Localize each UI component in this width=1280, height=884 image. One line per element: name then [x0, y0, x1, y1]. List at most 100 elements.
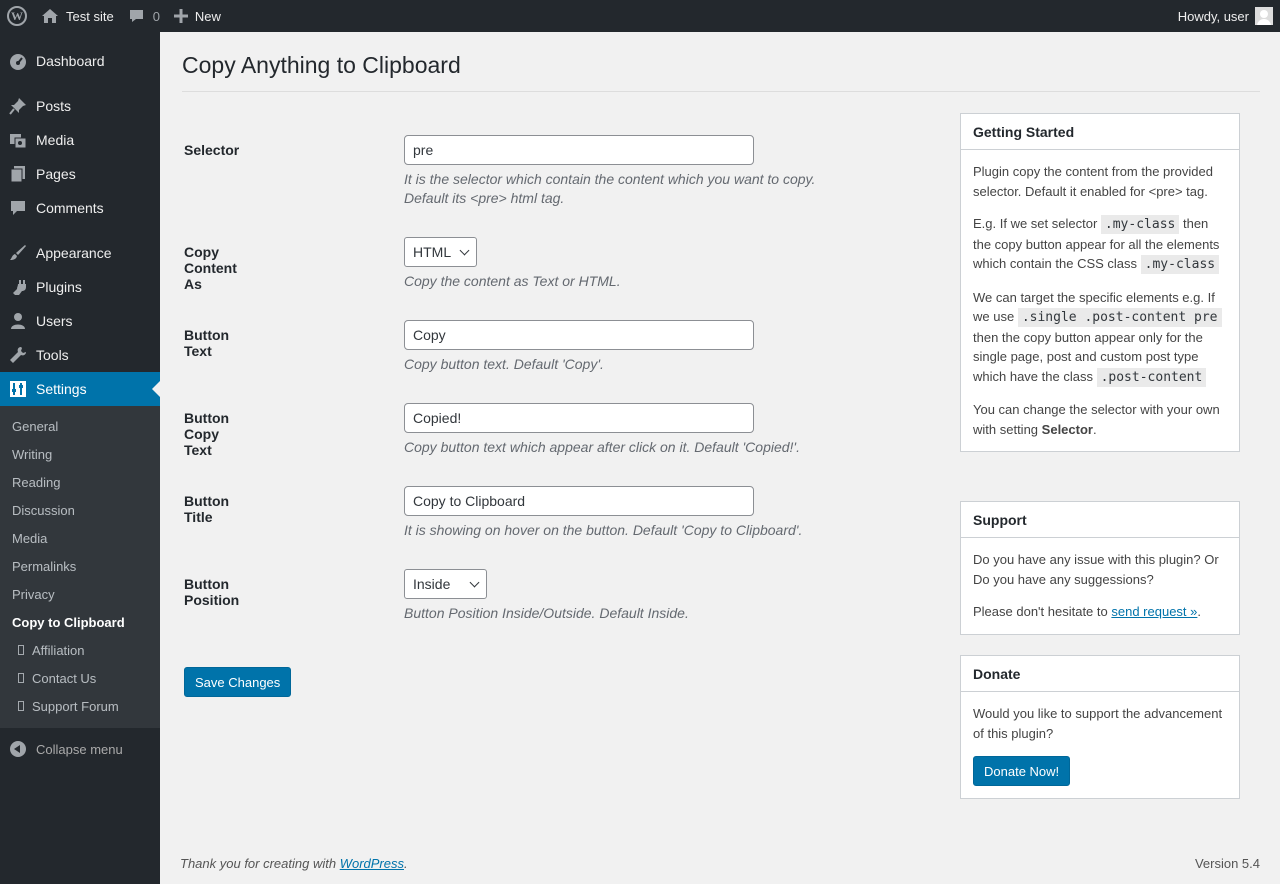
submenu-contact-us[interactable]: Contact Us: [0, 664, 160, 692]
dashboard-icon: [8, 51, 28, 71]
howdy-label: Howdy, user: [1177, 8, 1249, 24]
button-text-input[interactable]: Copy: [404, 320, 754, 350]
new-content-link[interactable]: New: [167, 0, 228, 32]
wordpress-link[interactable]: WordPress: [340, 856, 404, 871]
submenu-affiliation[interactable]: Affiliation: [0, 636, 160, 664]
avatar: [1255, 7, 1273, 25]
support-title: Support: [961, 502, 1239, 538]
text-span: .: [1197, 604, 1202, 619]
menu-settings[interactable]: Settings: [0, 372, 160, 406]
menu-appearance[interactable]: Appearance: [0, 236, 160, 270]
footer-thanks: Thank you for creating with WordPress.: [180, 856, 408, 871]
collapse-menu-button[interactable]: Collapse menu: [0, 732, 160, 766]
pin-icon: [8, 96, 28, 116]
submit-area: Save Changes: [184, 667, 292, 697]
menu-pages[interactable]: Pages: [0, 157, 160, 191]
submenu-label: Copy to Clipboard: [12, 614, 125, 630]
copy-as-field: HTML Copy the content as Text or HTML.: [404, 237, 864, 291]
menu-users[interactable]: Users: [0, 304, 160, 338]
site-name-link[interactable]: Test site: [34, 0, 121, 32]
button-title-input[interactable]: Copy to Clipboard: [404, 486, 754, 516]
text-span: E.g. If we set selector: [973, 216, 1098, 231]
menu-media[interactable]: Media: [0, 123, 160, 157]
wrench-icon: [8, 345, 28, 365]
title-divider: [182, 91, 1260, 92]
menu-label: Comments: [36, 200, 104, 216]
getting-started-p4: You can change the selector with your ow…: [973, 400, 1227, 439]
submenu-label: Writing: [12, 446, 53, 462]
menu-label: Dashboard: [36, 53, 105, 69]
submenu-label: Affiliation: [32, 642, 85, 658]
code-snippet: .post-content: [1096, 367, 1207, 387]
getting-started-title: Getting Started: [961, 114, 1239, 150]
donate-now-button[interactable]: Donate Now!: [973, 756, 1071, 786]
user-icon: [8, 311, 28, 331]
copy-as-select[interactable]: HTML: [404, 237, 477, 267]
menu-tools[interactable]: Tools: [0, 338, 160, 372]
submenu-media[interactable]: Media: [0, 524, 160, 552]
selector-input[interactable]: pre: [404, 135, 754, 165]
support-box: Support Do you have any issue with this …: [960, 501, 1240, 635]
missing-glyph-icon: [18, 673, 24, 683]
text-span: .: [1092, 421, 1097, 437]
wp-logo-menu[interactable]: W: [0, 0, 34, 32]
site-name-label: Test site: [66, 8, 114, 24]
comments-link[interactable]: 0: [121, 0, 167, 32]
submenu-label: Privacy: [12, 586, 55, 602]
submenu-label: General: [12, 418, 59, 434]
submenu-label: Reading: [12, 474, 61, 490]
wordpress-logo-icon: W: [7, 6, 27, 26]
code-snippet: .my-class: [1140, 255, 1220, 274]
button-position-description: Button Position Inside/Outside. Default …: [404, 605, 689, 621]
selector-description: It is the selector which contain the con…: [404, 171, 816, 206]
settings-icon: [8, 379, 28, 399]
pages-icon: [8, 164, 28, 184]
getting-started-box: Getting Started Plugin copy the content …: [960, 113, 1240, 452]
copy-as-description: Copy the content as Text or HTML.: [404, 273, 621, 289]
getting-started-p2: E.g. If we set selector .my-class then t…: [973, 214, 1227, 275]
submenu-permalinks[interactable]: Permalinks: [0, 552, 160, 580]
send-request-link[interactable]: send request »: [1111, 604, 1197, 619]
getting-started-content: Plugin copy the content from the provide…: [961, 150, 1239, 451]
main-content: Copy Anything to Clipboard Selector pre …: [160, 32, 1280, 884]
submenu-writing[interactable]: Writing: [0, 440, 160, 468]
menu-posts[interactable]: Posts: [0, 89, 160, 123]
support-p1: Do you have any issue with this plugin? …: [973, 552, 1219, 587]
plug-icon: [8, 277, 28, 297]
copy-as-selected: HTML: [413, 244, 452, 260]
text-span: Thank you for creating with: [180, 856, 337, 871]
button-title-description: It is showing on hover on the button. De…: [404, 522, 803, 538]
admin-bar: W Test site 0 New Howdy, user: [0, 0, 1280, 32]
button-text-label: Button Text: [184, 327, 230, 359]
menu-label: Settings: [36, 381, 87, 397]
missing-glyph-icon: [18, 701, 24, 711]
submenu-reading[interactable]: Reading: [0, 468, 160, 496]
new-label: New: [194, 8, 221, 24]
menu-label: Media: [36, 132, 75, 148]
menu-comments[interactable]: Comments: [0, 191, 160, 225]
button-copy-text-label: Button Copy Text: [184, 410, 230, 458]
media-icon: [8, 130, 28, 150]
submenu-general[interactable]: General: [0, 412, 160, 440]
save-changes-button[interactable]: Save Changes: [184, 667, 292, 697]
text-span: Please don't hesitate to: [973, 604, 1108, 619]
menu-plugins[interactable]: Plugins: [0, 270, 160, 304]
my-account-menu[interactable]: Howdy, user: [1171, 0, 1280, 32]
button-copy-text-input[interactable]: Copied!: [404, 403, 754, 433]
submenu-copy-to-clipboard[interactable]: Copy to Clipboard: [0, 608, 160, 636]
submenu-privacy[interactable]: Privacy: [0, 580, 160, 608]
code-snippet: .my-class: [1100, 215, 1180, 234]
code-snippet: .single .post-content pre: [1017, 308, 1222, 327]
missing-glyph-icon: [18, 645, 24, 655]
getting-started-p1: Plugin copy the content from the provide…: [973, 164, 1213, 199]
submenu-discussion[interactable]: Discussion: [0, 496, 160, 524]
submenu-support-forum[interactable]: Support Forum: [0, 692, 160, 720]
text-span: .: [404, 856, 408, 871]
copy-as-label: Copy Content As: [184, 244, 237, 292]
donate-p1: Would you like to support the advancemen…: [973, 706, 1223, 741]
button-position-select[interactable]: Inside: [404, 569, 487, 599]
support-p2: Please don't hesitate to send request ».: [973, 602, 1227, 622]
donate-content: Would you like to support the advancemen…: [961, 692, 1239, 798]
menu-label: Pages: [36, 166, 76, 182]
menu-dashboard[interactable]: Dashboard: [0, 44, 160, 78]
